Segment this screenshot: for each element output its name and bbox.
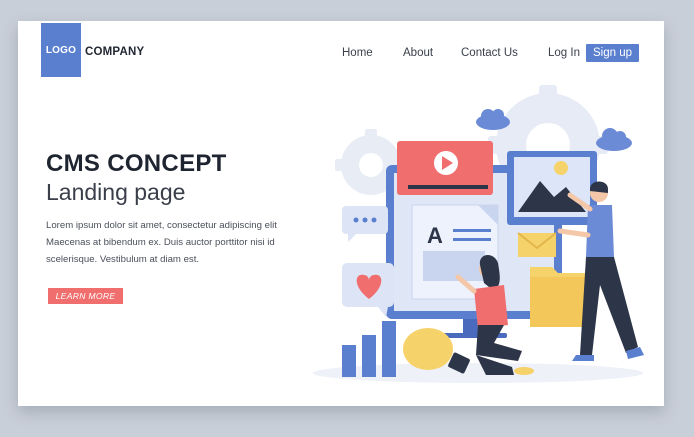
logo-box[interactable]: LOGO — [41, 23, 81, 77]
image-icon — [507, 151, 597, 225]
folder-icon — [530, 267, 586, 327]
nav-login-link[interactable]: Log In — [548, 47, 580, 59]
signup-label: Sign up — [592, 47, 632, 59]
company-name: COMPANY — [85, 46, 145, 58]
hero-description-line: Lorem ipsum dolor sit amet, consectetur … — [46, 220, 277, 231]
text-a-glyph: A — [427, 223, 443, 248]
hero-description-line: scelerisque. Vestibulum at diam est. — [46, 254, 200, 265]
heart-icon — [342, 263, 394, 317]
hero-title: CMS CONCEPT — [46, 150, 227, 177]
text-document-icon: A — [411, 204, 499, 300]
hero-description-line: Maecenas at bibendum ex. Duis auctor por… — [46, 237, 275, 248]
hero-description: Lorem ipsum dolor sit amet, consectetur … — [46, 217, 296, 268]
chat-bubble-icon — [342, 206, 388, 242]
learn-more-button[interactable]: LEARN MORE — [48, 288, 123, 304]
learn-more-label: LEARN MORE — [55, 291, 116, 301]
envelope-icon — [517, 232, 557, 257]
nav-contact-link[interactable]: Contact Us — [461, 47, 518, 59]
signup-button[interactable]: Sign up — [586, 44, 639, 62]
nav-home-link[interactable]: Home — [342, 47, 373, 59]
cloud-icon — [596, 128, 632, 151]
bar-chart-icon — [342, 321, 396, 377]
logo-label: LOGO — [45, 44, 77, 56]
cloud-icon — [476, 109, 510, 130]
cms-illustration: A — [313, 85, 644, 383]
video-play-icon — [397, 141, 493, 195]
nav-about-link[interactable]: About — [403, 47, 433, 59]
hero-subtitle: Landing page — [46, 179, 186, 205]
landing-page-card: LOGO COMPANY Home About Contact Us Log I… — [18, 21, 664, 406]
